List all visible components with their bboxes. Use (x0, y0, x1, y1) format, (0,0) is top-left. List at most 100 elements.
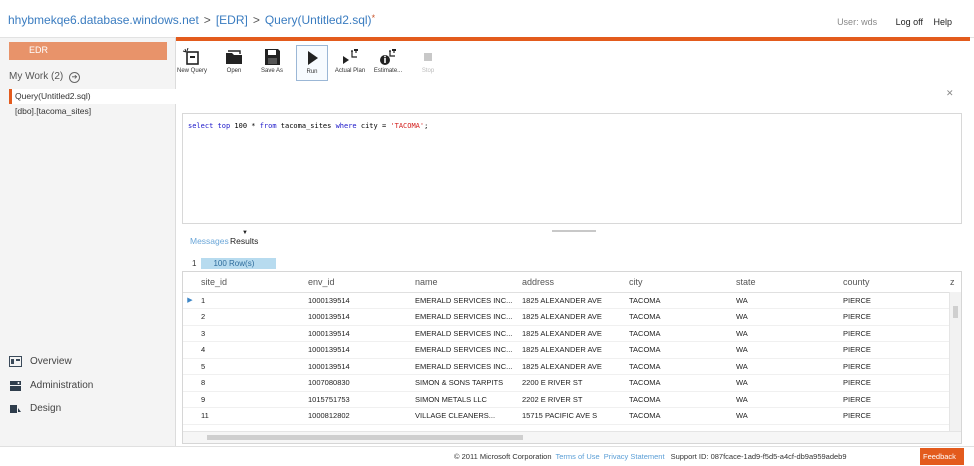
table-cell[interactable]: VILLAGE CLEANERS... (411, 407, 518, 425)
table-cell[interactable]: TACOMA (625, 308, 732, 326)
table-row[interactable]: 8 1007080830 SIMON & SONS TARPITS 2200 E RI… (183, 374, 956, 392)
table-cell[interactable]: WA (732, 374, 839, 392)
table-cell[interactable]: PIERCE (839, 325, 946, 342)
table-cell[interactable]: 4 (197, 341, 304, 359)
table-cell[interactable]: TACOMA (625, 407, 732, 425)
tab-results[interactable]: Results (230, 236, 258, 246)
table-cell[interactable]: WA (732, 341, 839, 359)
column-header[interactable]: env_id (304, 272, 411, 293)
table-cell[interactable]: 2 (197, 308, 304, 326)
table-row[interactable]: 5 1000139514 EMERALD SERVICES INC... 1825 A… (183, 358, 956, 375)
scroll-thumb[interactable] (207, 435, 523, 440)
column-header[interactable]: name (411, 272, 518, 293)
tab-messages[interactable]: Messages (190, 236, 229, 246)
column-header[interactable]: city (625, 272, 732, 293)
breadcrumb-server[interactable]: hhybmekqe6.database.windows.net (8, 13, 199, 27)
table-cell[interactable]: EMERALD SERVICES INC... (411, 292, 518, 309)
help-link[interactable]: Help (933, 17, 952, 27)
table-cell[interactable]: PIERCE (839, 358, 946, 375)
horizontal-scrollbar[interactable] (183, 431, 961, 443)
actual-plan-button[interactable]: Actual Plan (334, 45, 366, 81)
save-as-button[interactable]: Save As (256, 45, 288, 81)
table-cell[interactable]: TACOMA (625, 325, 732, 342)
database-tab[interactable]: EDR (9, 42, 167, 60)
table-cell[interactable]: 15715 PACIFIC AVE S (518, 407, 625, 425)
table-cell[interactable]: EMERALD SERVICES INC... (411, 358, 518, 375)
vertical-scrollbar[interactable] (949, 292, 961, 432)
table-cell[interactable]: SIMON METALS LLC (411, 391, 518, 408)
column-header[interactable]: state (732, 272, 839, 293)
open-button[interactable]: Open (218, 45, 250, 81)
table-row[interactable]: 4 1000139514 EMERALD SERVICES INC... 1825 A… (183, 341, 956, 359)
sql-editor[interactable]: select top 100 * from tacoma_sites where… (182, 113, 962, 224)
sql-text[interactable]: select top 100 * from tacoma_sites where… (188, 122, 428, 130)
table-cell[interactable]: 1825 ALEXANDER AVE (518, 308, 625, 326)
table-cell[interactable]: 1825 ALEXANDER AVE (518, 325, 625, 342)
table-row[interactable]: 2 1000139514 EMERALD SERVICES INC... 1825 A… (183, 308, 956, 326)
table-cell[interactable]: 1825 ALEXANDER AVE (518, 341, 625, 359)
table-cell[interactable]: 1015751753 (304, 391, 411, 408)
table-cell[interactable]: PIERCE (839, 308, 946, 326)
column-header[interactable]: site_id (197, 272, 304, 293)
table-cell[interactable]: SIMON & SONS TARPITS (411, 374, 518, 392)
table-cell[interactable]: 1 (197, 292, 304, 309)
scroll-thumb[interactable] (953, 306, 958, 318)
table-cell[interactable]: EMERALD SERVICES INC... (411, 341, 518, 359)
nav-overview[interactable]: Overview (9, 356, 72, 367)
table-cell[interactable]: 1000139514 (304, 325, 411, 342)
column-header[interactable]: z (946, 272, 956, 293)
table-cell[interactable]: 2200 E RIVER ST (518, 374, 625, 392)
table-cell[interactable]: WA (732, 407, 839, 425)
nav-administration[interactable]: Administration (9, 380, 93, 391)
column-header[interactable]: county (839, 272, 946, 293)
table-row[interactable]: ▶ 1 1000139514 EMERALD SERVICES INC... 1825 … (183, 292, 956, 309)
logoff-link[interactable]: Log off (896, 17, 923, 27)
table-cell[interactable]: 1007080830 (304, 374, 411, 392)
breadcrumb-database[interactable]: [EDR] (216, 13, 248, 27)
table-cell[interactable]: PIERCE (839, 407, 946, 425)
my-work-header[interactable]: My Work (2) ➔ (9, 71, 81, 83)
table-cell[interactable]: WA (732, 292, 839, 309)
terms-link[interactable]: Terms of Use (556, 452, 600, 461)
estimate-button[interactable]: Estimate... (372, 45, 404, 81)
feedback-button[interactable]: Feedback (920, 448, 964, 465)
pane-splitter[interactable] (552, 230, 596, 232)
table-cell[interactable]: WA (732, 325, 839, 342)
table-cell[interactable]: TACOMA (625, 374, 732, 392)
table-cell[interactable]: 1000139514 (304, 341, 411, 359)
table-cell[interactable]: 2202 E RIVER ST (518, 391, 625, 408)
table-cell[interactable]: WA (732, 308, 839, 326)
table-cell[interactable]: TACOMA (625, 358, 732, 375)
table-cell[interactable]: PIERCE (839, 391, 946, 408)
table-cell[interactable]: 1000139514 (304, 308, 411, 326)
run-button[interactable]: Run (296, 45, 328, 81)
nav-design[interactable]: Design (9, 403, 61, 414)
table-cell[interactable]: PIERCE (839, 374, 946, 392)
table-cell[interactable]: 5 (197, 358, 304, 375)
table-cell[interactable]: 8 (197, 374, 304, 392)
sidebar-item-query[interactable]: Query(Untitled2.sql) (9, 89, 176, 104)
table-cell[interactable]: 1825 ALEXANDER AVE (518, 292, 625, 309)
table-row[interactable]: 3 1000139514 EMERALD SERVICES INC... 1825 A… (183, 325, 956, 342)
table-cell[interactable]: 1000139514 (304, 358, 411, 375)
table-cell[interactable]: EMERALD SERVICES INC... (411, 308, 518, 326)
table-cell[interactable]: 1825 ALEXANDER AVE (518, 358, 625, 375)
column-header[interactable]: address (518, 272, 625, 293)
table-cell[interactable]: TACOMA (625, 341, 732, 359)
sidebar-item-table[interactable]: [dbo].[tacoma_sites] (9, 104, 176, 119)
table-cell[interactable]: WA (732, 391, 839, 408)
table-row[interactable]: 9 1015751753 SIMON METALS LLC 2202 E RIVER … (183, 391, 956, 408)
table-cell[interactable]: TACOMA (625, 391, 732, 408)
arrow-right-icon[interactable]: ➔ (69, 72, 81, 83)
table-cell[interactable]: PIERCE (839, 341, 946, 359)
table-cell[interactable]: 9 (197, 391, 304, 408)
table-row[interactable]: 11 1000812802 VILLAGE CLEANERS... 15715 PAC… (183, 407, 956, 425)
table-cell[interactable]: 11 (197, 407, 304, 425)
close-icon[interactable]: ✕ (946, 88, 954, 99)
table-cell[interactable]: EMERALD SERVICES INC... (411, 325, 518, 342)
table-cell[interactable]: TACOMA (625, 292, 732, 309)
new-query-button[interactable]: New Query (176, 45, 208, 81)
table-cell[interactable]: 3 (197, 325, 304, 342)
table-cell[interactable]: PIERCE (839, 292, 946, 309)
privacy-link[interactable]: Privacy Statement (604, 452, 665, 461)
